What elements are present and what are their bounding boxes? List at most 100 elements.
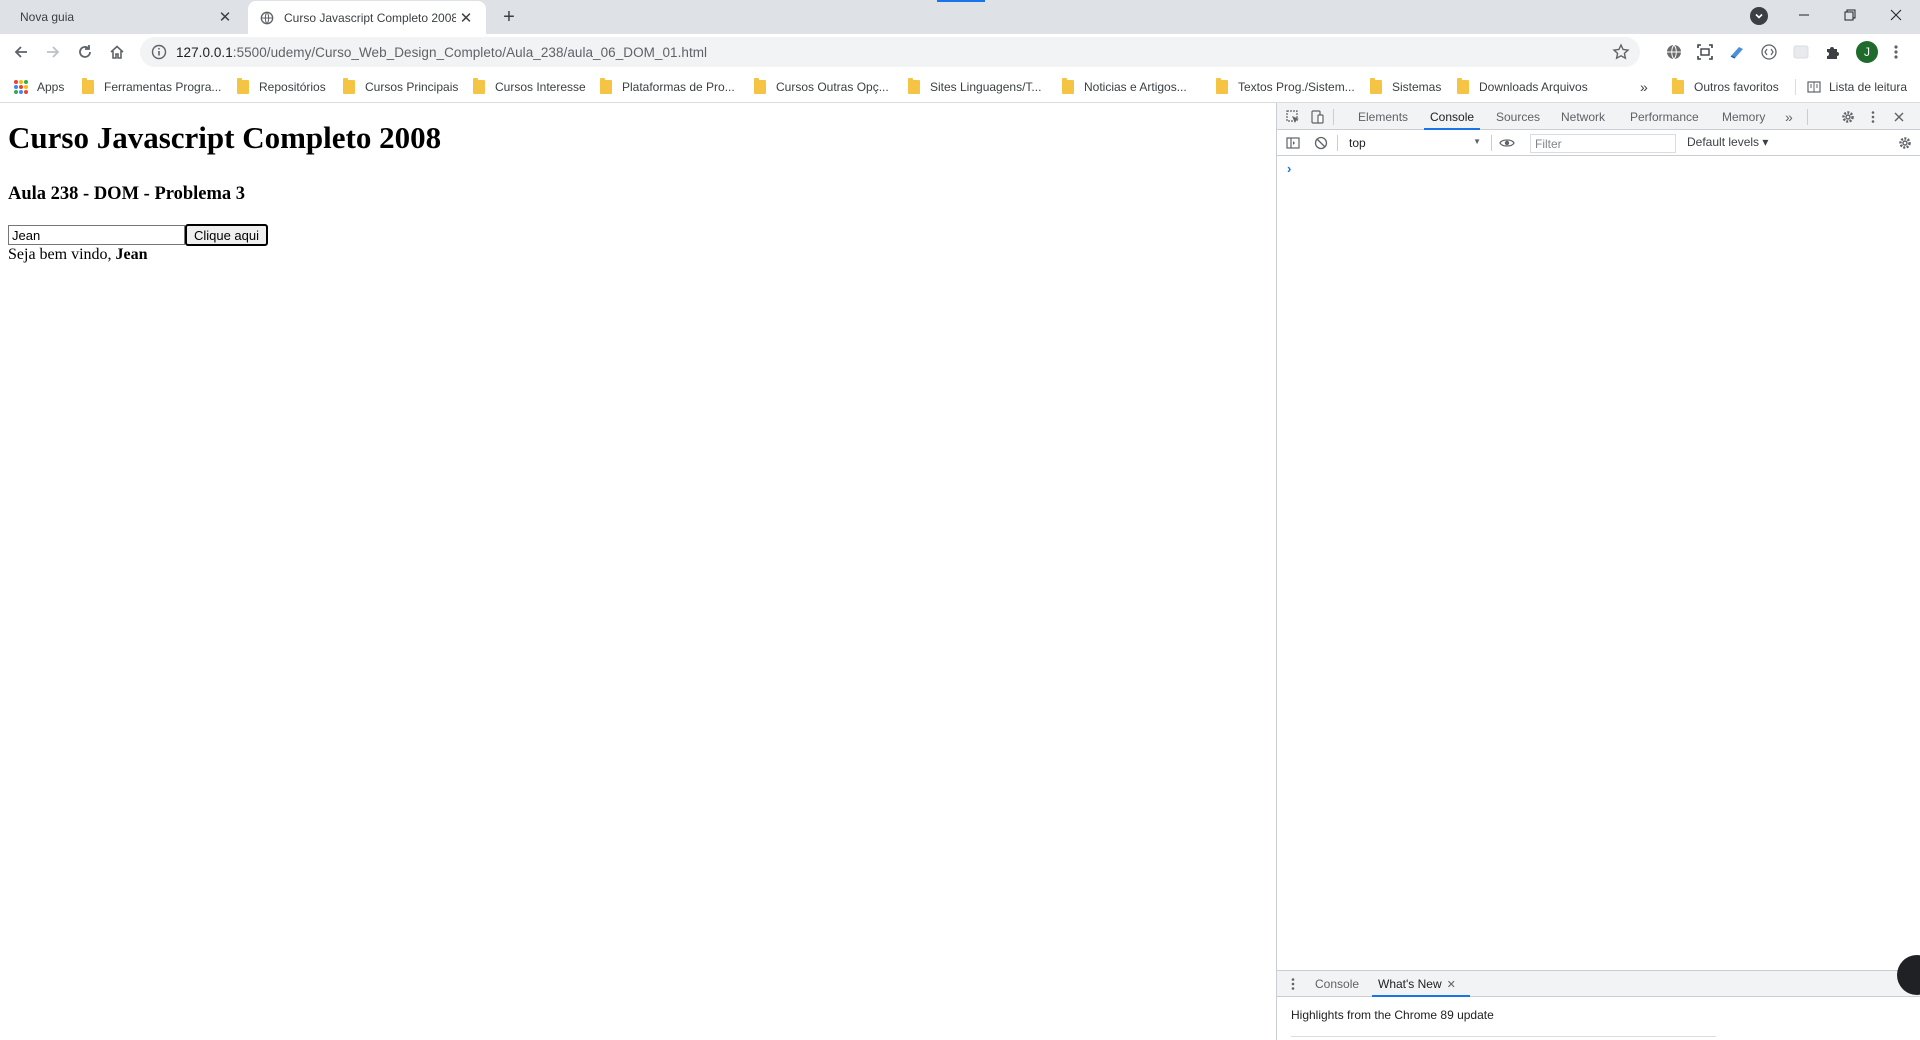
console-filter-input[interactable]: Filter [1530, 134, 1676, 153]
bookmark-folder[interactable]: Cursos Principais [343, 77, 458, 97]
folder-icon [1457, 78, 1469, 94]
folder-icon [473, 78, 485, 94]
bookmark-folder[interactable]: Downloads Arquivos [1457, 77, 1588, 97]
folder-icon [1216, 78, 1228, 94]
bookmark-label: Outros favoritos [1694, 80, 1779, 94]
globe-icon [260, 11, 274, 24]
dropdown-arrow-icon: ▼ [1473, 137, 1481, 146]
tab-search-icon[interactable] [1750, 7, 1768, 25]
extension-translate-icon[interactable] [1728, 43, 1746, 61]
close-devtools-icon[interactable] [1891, 109, 1907, 125]
tab-title: Curso Javascript Completo 2008 [284, 10, 456, 25]
whats-new-divider [1291, 1036, 1716, 1037]
settings-gear-icon[interactable] [1840, 109, 1856, 125]
devtools-tab-performance[interactable]: Performance [1630, 103, 1699, 130]
drawer-tab-label: What's New [1378, 977, 1442, 991]
filter-placeholder: Filter [1535, 136, 1562, 151]
devtools-more-tabs-button[interactable]: » [1785, 103, 1793, 130]
forward-button[interactable] [39, 38, 67, 66]
bookmark-folder[interactable]: Plataformas de Pro... [600, 77, 735, 97]
bookmark-reading-list[interactable]: Lista de leitura [1807, 77, 1907, 97]
inspect-element-icon[interactable] [1285, 109, 1301, 125]
eye-icon[interactable] [1499, 135, 1515, 151]
devtools-divider [1807, 109, 1808, 125]
extensions-puzzle-icon[interactable] [1824, 43, 1842, 61]
tab-close-icon[interactable]: ✕ [456, 8, 476, 28]
devtools-tabbar: Elements Console Sources Network Perform… [1277, 103, 1920, 130]
star-icon[interactable] [1612, 43, 1630, 61]
console-prompt[interactable]: › [1287, 161, 1291, 176]
address-bar[interactable]: 127.0.0.1:5500/udemy/Curso_Web_Design_Co… [140, 37, 1640, 67]
drawer-tab-whats-new[interactable]: What's New ✕ [1372, 971, 1470, 997]
page-subtitle: Aula 238 - DOM - Problema 3 [8, 184, 246, 204]
bookmark-label: Noticias e Artigos... [1084, 80, 1187, 94]
folder-icon [1672, 78, 1684, 94]
bookmark-folder[interactable]: Sistemas [1370, 77, 1441, 97]
close-window-button[interactable] [1873, 0, 1919, 30]
devtools-drawer: Console What's New ✕ Highlights from the… [1277, 970, 1920, 1040]
bookmark-label: Lista de leitura [1829, 80, 1908, 94]
back-button[interactable] [7, 38, 35, 66]
bookmark-label: Plataformas de Pro... [622, 80, 735, 94]
bookmark-label: Cursos Outras Opç... [776, 80, 889, 94]
extension-blank-icon[interactable] [1792, 43, 1810, 61]
extension-screenshot-icon[interactable] [1696, 43, 1714, 61]
tab-curso-javascript[interactable]: Curso Javascript Completo 2008 ✕ [248, 1, 486, 34]
url-path: :5500/udemy/Curso_Web_Design_Completo/Au… [232, 44, 708, 60]
url-host: 127.0.0.1 [176, 44, 233, 60]
home-icon [110, 45, 124, 59]
sidebar-toggle-icon[interactable] [1285, 135, 1301, 151]
bookmark-folder[interactable]: Ferramentas Progra... [82, 77, 221, 97]
browser-menu-icon[interactable] [1887, 43, 1905, 61]
folder-icon [1370, 78, 1382, 94]
bookmark-folder[interactable]: Cursos Interesse [473, 77, 586, 97]
extension-code-icon[interactable] [1760, 43, 1778, 61]
folder-icon [1062, 78, 1074, 94]
devtools-tab-console[interactable]: Console [1423, 103, 1481, 130]
console-settings-gear-icon[interactable] [1897, 135, 1913, 151]
devtools-menu-icon[interactable] [1865, 109, 1881, 125]
context-value: top [1349, 136, 1366, 150]
minimize-button[interactable] [1781, 0, 1827, 30]
console-toolbar: top ▼ Filter Default levels ▾ [1277, 130, 1920, 156]
clear-console-icon[interactable] [1313, 135, 1329, 151]
click-here-button[interactable]: Clique aqui [185, 224, 268, 246]
restore-button[interactable] [1827, 0, 1873, 30]
reading-list-icon [1807, 81, 1821, 93]
folder-icon [754, 78, 766, 94]
devtools-tab-memory[interactable]: Memory [1722, 103, 1765, 130]
devtools-tab-network[interactable]: Network [1561, 103, 1605, 130]
bookmark-folder[interactable]: Textos Prog./Sistem... [1216, 77, 1355, 97]
devtools-tab-elements[interactable]: Elements [1358, 103, 1408, 130]
bookmark-label: Textos Prog./Sistem... [1238, 80, 1355, 94]
bookmark-label: Sistemas [1392, 80, 1442, 94]
context-selector[interactable]: top ▼ [1349, 134, 1481, 152]
home-button[interactable] [103, 38, 131, 66]
profile-avatar[interactable]: J [1856, 41, 1878, 63]
page-viewport: Curso Javascript Completo 2008 Aula 238 … [0, 103, 1276, 1040]
device-toolbar-icon[interactable] [1309, 109, 1325, 125]
bookmarks-overflow-button[interactable]: » [1640, 77, 1648, 97]
bookmark-folder[interactable]: Repositórios [237, 77, 326, 97]
folder-icon [600, 78, 612, 94]
devtools-tab-sources[interactable]: Sources [1496, 103, 1540, 130]
tab-nova-guia[interactable]: Nova guia ✕ [0, 0, 245, 34]
name-input[interactable] [8, 225, 185, 245]
log-levels-dropdown[interactable]: Default levels ▾ [1687, 135, 1768, 149]
bookmark-apps[interactable]: Apps [14, 77, 64, 97]
console-divider [1337, 135, 1338, 151]
url-text[interactable]: 127.0.0.1:5500/udemy/Curso_Web_Design_Co… [176, 45, 707, 60]
new-tab-button[interactable]: + [497, 5, 521, 29]
bookmark-folder[interactable]: Noticias e Artigos... [1062, 77, 1187, 97]
bookmark-other-favorites[interactable]: Outros favoritos [1672, 77, 1779, 97]
info-icon[interactable] [151, 44, 167, 60]
extension-globe-icon[interactable] [1665, 43, 1683, 61]
bookmark-folder[interactable]: Cursos Outras Opç... [754, 77, 889, 97]
bookmark-folder[interactable]: Sites Linguagens/T... [908, 77, 1041, 97]
close-icon[interactable]: ✕ [1447, 978, 1456, 991]
reload-button[interactable] [71, 38, 99, 66]
drawer-tab-console[interactable]: Console [1315, 971, 1359, 997]
tab-close-icon[interactable]: ✕ [215, 7, 235, 27]
drawer-menu-icon[interactable] [1285, 976, 1301, 992]
page-title: Curso Javascript Completo 2008 [8, 120, 442, 155]
